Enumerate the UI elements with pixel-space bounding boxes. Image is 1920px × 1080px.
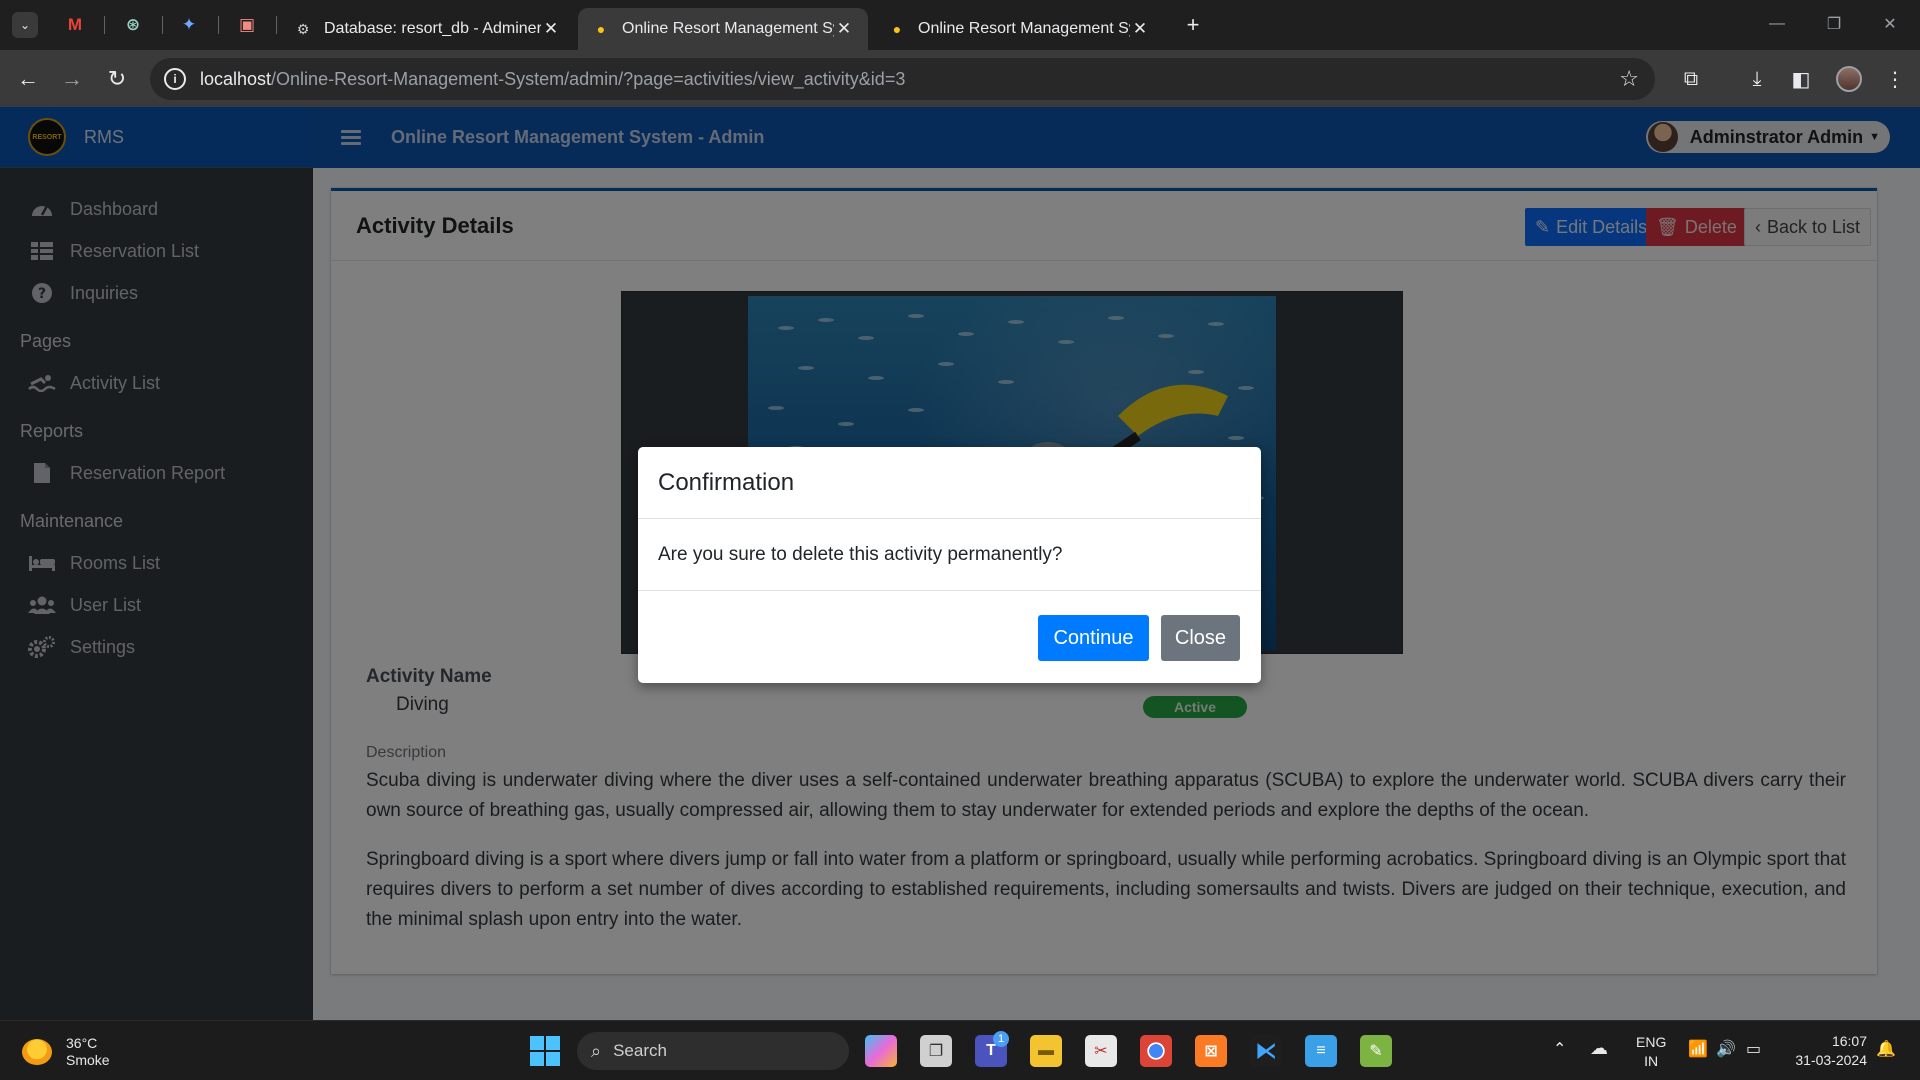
tab-adminer[interactable]: ⚙ Database: resort_db - Adminer ✕ (280, 8, 575, 50)
chrome-icon[interactable] (1140, 1035, 1172, 1067)
minimize-icon[interactable]: — (1765, 12, 1789, 36)
back-icon[interactable]: ← (13, 64, 43, 94)
tab-separator (276, 16, 277, 34)
weather-widget[interactable]: 36°C Smoke (22, 1035, 110, 1069)
start-button[interactable] (530, 1036, 560, 1066)
onedrive-icon[interactable]: ☁ (1590, 1038, 1608, 1059)
continue-button[interactable]: Continue (1038, 615, 1149, 661)
snipping-tool-icon[interactable]: ✂ (1085, 1035, 1117, 1067)
window-close-icon[interactable]: ✕ (1878, 12, 1902, 36)
close-button[interactable]: Close (1161, 615, 1240, 661)
copilot-icon[interactable] (865, 1035, 897, 1067)
side-panel-icon[interactable]: ◧ (1786, 64, 1816, 94)
restore-icon[interactable]: ❐ (1822, 12, 1846, 36)
tab-separator (218, 16, 219, 34)
tab-title: Database: resort_db - Adminer (324, 20, 541, 37)
app-viewport: RESORT RMS Dashboard Reservation List ? (0, 107, 1920, 1020)
task-view-icon[interactable]: ❐ (920, 1035, 952, 1067)
site-info-icon[interactable]: i (164, 68, 186, 90)
tab-search-icon[interactable]: ⌄ (12, 12, 38, 38)
pinned-tab[interactable]: ▣ (234, 12, 260, 38)
close-icon[interactable]: ✕ (834, 19, 854, 39)
tab-title: Online Resort Management Sys (918, 20, 1130, 37)
temperature: 36°C (66, 1035, 98, 1051)
wifi-icon[interactable]: 📶 (1688, 1039, 1708, 1059)
clock[interactable]: 16:07 31-03-2024 (1795, 1032, 1867, 1070)
extensions-icon[interactable]: ⧉ (1676, 64, 1706, 94)
close-icon[interactable]: ✕ (541, 19, 561, 39)
paint-icon[interactable]: ✎ (1360, 1035, 1392, 1067)
date: 31-03-2024 (1795, 1052, 1867, 1068)
tab-separator (104, 16, 105, 34)
address-bar[interactable]: i localhost/Online-Resort-Management-Sys… (150, 58, 1655, 100)
modal-title: Confirmation (638, 447, 1261, 519)
url-path: /Online-Resort-Management-System/admin/?… (271, 68, 906, 89)
browser-toolbar: ← → ↻ i localhost/Online-Resort-Manageme… (0, 50, 1920, 107)
vscode-icon[interactable]: ⧔ (1250, 1035, 1282, 1067)
time: 16:07 (1831, 1033, 1867, 1049)
confirmation-modal: Confirmation Are you sure to delete this… (638, 447, 1261, 683)
gmail-pinned-tab[interactable]: M (62, 12, 88, 38)
tab-separator (162, 16, 163, 34)
reload-icon[interactable]: ↻ (102, 64, 132, 94)
forward-icon[interactable]: → (57, 64, 87, 94)
menu-kebab-icon[interactable]: ⋮ (1880, 64, 1910, 94)
chevron-up-icon[interactable]: ⌃ (1553, 1039, 1566, 1059)
resort-favicon: ● (596, 21, 606, 37)
notification-badge: 1 (993, 1031, 1009, 1047)
gemini-pinned-tab[interactable]: ✦ (176, 12, 202, 38)
search-icon: ⌕ (591, 1040, 602, 1061)
battery-icon[interactable]: ▭ (1746, 1039, 1761, 1059)
adminer-favicon: ⚙ (296, 20, 310, 37)
tab-resort-active[interactable]: ● Online Resort Management Sys ✕ (578, 8, 868, 50)
profile-avatar[interactable] (1836, 66, 1862, 92)
language-indicator[interactable]: ENG IN (1636, 1033, 1666, 1071)
windows-taskbar: 36°C Smoke ⌕ Search ❐ T 1 ▬ ✂ ⊠ ⧔ ≡ ✎ ⌃ … (0, 1020, 1920, 1080)
chatgpt-pinned-tab[interactable]: ⊛ (120, 12, 146, 38)
new-tab-button[interactable]: + (1180, 12, 1206, 38)
volume-icon[interactable]: 🔊 (1716, 1039, 1736, 1059)
url-host: localhost (200, 68, 272, 89)
file-explorer-icon[interactable]: ▬ (1030, 1035, 1062, 1067)
browser-tab-bar: ⌄ M ⊛ ✦ ▣ ⚙ Database: resort_db - Admine… (0, 0, 1920, 50)
notification-bell-icon[interactable]: 🔔 (1876, 1039, 1896, 1059)
download-icon[interactable]: ⤓ (1742, 64, 1772, 94)
tab-resort[interactable]: ● Online Resort Management Sys ✕ (874, 8, 1164, 50)
bookmark-star-icon[interactable]: ☆ (1619, 66, 1639, 92)
weather-condition: Smoke (66, 1052, 110, 1068)
search-label: Search (613, 1041, 667, 1060)
xampp-icon[interactable]: ⊠ (1195, 1035, 1227, 1067)
resort-favicon: ● (892, 21, 902, 37)
weather-icon (22, 1039, 52, 1065)
taskbar-search[interactable]: ⌕ Search (577, 1032, 849, 1070)
notepad-icon[interactable]: ≡ (1305, 1035, 1337, 1067)
close-icon[interactable]: ✕ (1130, 19, 1150, 39)
modal-message: Are you sure to delete this activity per… (638, 519, 1261, 591)
tab-title: Online Resort Management Sys (622, 20, 834, 37)
